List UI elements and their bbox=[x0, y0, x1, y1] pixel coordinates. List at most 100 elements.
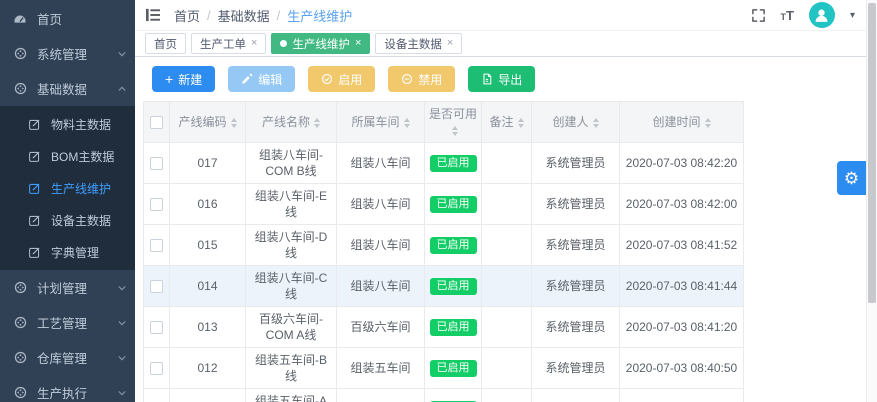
fullscreen-icon[interactable] bbox=[751, 8, 766, 23]
column-header[interactable]: 创建时间 bbox=[620, 102, 744, 143]
cell-line-code: 015 bbox=[170, 225, 246, 266]
table-row[interactable]: 016 组装八车间-E线 组装八车间 已启用 系统管理员 2020-07-03 … bbox=[144, 184, 744, 225]
caret-down-icon[interactable]: ▾ bbox=[850, 10, 855, 21]
cell-remark bbox=[482, 307, 532, 348]
breadcrumb: 首页 / 基础数据 / 生产线维护 bbox=[174, 6, 352, 25]
navbar-actions: TT ▾ bbox=[751, 2, 855, 28]
column-header[interactable]: 创建人 bbox=[532, 102, 620, 143]
sidebar-item-execution[interactable]: 生产执行 bbox=[0, 375, 135, 402]
main-area: 首页 / 基础数据 / 生产线维护 TT ▾ 首页 生产工单 × bbox=[135, 0, 877, 402]
close-icon[interactable]: × bbox=[355, 38, 361, 49]
table-row[interactable]: 014 组装八车间-C线 组装八车间 已启用 系统管理员 2020-07-03 … bbox=[144, 266, 744, 307]
close-icon[interactable]: × bbox=[251, 38, 257, 49]
column-header[interactable]: 产线名称 bbox=[246, 102, 337, 143]
sidebar-item-label: 仓库管理 bbox=[37, 348, 87, 367]
table-row[interactable]: 015 组装八车间-D线 组装八车间 已启用 系统管理员 2020-07-03 … bbox=[144, 225, 744, 266]
chevron-down-icon bbox=[117, 388, 127, 398]
row-checkbox[interactable] bbox=[150, 239, 163, 252]
table-row[interactable]: 012 组装五车间-B线 组装五车间 已启用 系统管理员 2020-07-03 … bbox=[144, 348, 744, 389]
breadcrumb-item-home[interactable]: 首页 bbox=[174, 6, 200, 25]
sidebar-item-warehouse[interactable]: 仓库管理 bbox=[0, 340, 135, 375]
row-checkbox[interactable] bbox=[150, 198, 163, 211]
sidebar-item-process[interactable]: 工艺管理 bbox=[0, 305, 135, 340]
tab-production-order[interactable]: 生产工单 × bbox=[191, 33, 266, 54]
sidebar-item-system[interactable]: 系统管理 bbox=[0, 36, 135, 71]
tab-label: 生产工单 bbox=[200, 36, 246, 52]
table-row[interactable]: 017 组装八车间-COM B线 组装八车间 已启用 系统管理员 2020-07… bbox=[144, 143, 744, 184]
cell-line-name: 组装五车间-B线 bbox=[246, 348, 337, 389]
disable-button[interactable]: 禁用 bbox=[388, 66, 455, 92]
sidebar-item-production-line[interactable]: 生产线维护 bbox=[0, 172, 135, 204]
sidebar-item-base-data[interactable]: 基础数据 bbox=[0, 71, 135, 106]
sort-icon bbox=[231, 118, 237, 128]
close-icon[interactable]: × bbox=[447, 38, 453, 49]
tab-production-line[interactable]: 生产线维护 × bbox=[271, 33, 370, 54]
edit-form-icon bbox=[27, 118, 41, 131]
avatar[interactable] bbox=[809, 2, 835, 28]
chevron-down-icon bbox=[117, 283, 127, 293]
breadcrumb-separator: / bbox=[277, 8, 281, 23]
cell-remark bbox=[482, 266, 532, 307]
edit-form-icon bbox=[27, 246, 41, 259]
status-badge: 已启用 bbox=[430, 155, 477, 172]
vertical-scrollbar[interactable] bbox=[866, 0, 877, 402]
cell-line-code: 011 bbox=[170, 389, 246, 402]
edit-button[interactable]: 编辑 bbox=[228, 66, 295, 92]
tab-label: 生产线维护 bbox=[292, 36, 350, 52]
tab-label: 首页 bbox=[154, 36, 177, 52]
sidebar-item-device[interactable]: 设备主数据 bbox=[0, 204, 135, 236]
settings-fab[interactable]: ⚙ bbox=[837, 161, 866, 195]
sidebar-item-material[interactable]: 物料主数据 bbox=[0, 108, 135, 140]
table-row[interactable]: 011 组装五车间-A线 组装五车间 已启用 系统管理员 2020-07-03 … bbox=[144, 389, 744, 402]
sidebar-toggle-icon[interactable] bbox=[145, 8, 161, 22]
column-header[interactable]: 产线编码 bbox=[170, 102, 246, 143]
sort-icon bbox=[452, 126, 458, 136]
column-header[interactable]: 是否可用 bbox=[425, 102, 482, 143]
cell-line-name: 组装八车间-C线 bbox=[246, 266, 337, 307]
sort-icon bbox=[518, 118, 524, 128]
cell-workshop: 组装八车间 bbox=[337, 143, 425, 184]
row-checkbox[interactable] bbox=[150, 321, 163, 334]
dashboard-icon bbox=[13, 12, 27, 26]
scrollbar-thumb[interactable] bbox=[868, 3, 876, 303]
cell-created-time: 2020-07-03 08:41:52 bbox=[620, 225, 744, 266]
sidebar-item-plan[interactable]: 计划管理 bbox=[0, 270, 135, 305]
plus-icon: + bbox=[165, 72, 173, 86]
sidebar-item-label: 首页 bbox=[37, 9, 62, 28]
sidebar-item-bom[interactable]: BOM主数据 bbox=[0, 140, 135, 172]
cell-workshop: 组装五车间 bbox=[337, 348, 425, 389]
cell-creator: 系统管理员 bbox=[532, 266, 620, 307]
table-row[interactable]: 013 百级六车间-COM A线 百级六车间 已启用 系统管理员 2020-07… bbox=[144, 307, 744, 348]
select-all-header[interactable] bbox=[144, 102, 170, 143]
sidebar-item-label: 设备主数据 bbox=[51, 212, 111, 229]
cell-remark bbox=[482, 389, 532, 402]
export-button[interactable]: 导出 bbox=[468, 66, 535, 92]
select-all-checkbox[interactable] bbox=[150, 116, 163, 129]
edit-form-icon bbox=[27, 182, 41, 195]
row-checkbox[interactable] bbox=[150, 157, 163, 170]
sidebar-item-dictionary[interactable]: 字典管理 bbox=[0, 236, 135, 268]
row-checkbox[interactable] bbox=[150, 362, 163, 375]
column-header[interactable]: 所属车间 bbox=[337, 102, 425, 143]
disable-button-label: 禁用 bbox=[418, 71, 442, 88]
edit-form-icon bbox=[27, 150, 41, 163]
cell-line-code: 013 bbox=[170, 307, 246, 348]
row-checkbox[interactable] bbox=[150, 280, 163, 293]
status-badge: 已启用 bbox=[430, 196, 477, 213]
sidebar-item-home[interactable]: 首页 bbox=[0, 1, 135, 36]
sidebar-item-label: 基础数据 bbox=[37, 79, 87, 98]
tab-home[interactable]: 首页 bbox=[145, 33, 186, 54]
circle-check-icon bbox=[321, 73, 333, 85]
active-dot bbox=[280, 40, 287, 47]
breadcrumb-item-base-data[interactable]: 基础数据 bbox=[218, 6, 270, 25]
enable-button[interactable]: 启用 bbox=[308, 66, 375, 92]
font-size-icon[interactable]: TT bbox=[781, 9, 794, 22]
component-icon bbox=[13, 316, 27, 329]
cell-created-time: 2020-07-03 08:41:20 bbox=[620, 307, 744, 348]
tab-device-master[interactable]: 设备主数据 × bbox=[375, 33, 462, 54]
cell-workshop: 组装五车间 bbox=[337, 389, 425, 402]
gear-icon: ⚙ bbox=[844, 170, 859, 187]
column-header[interactable]: 备注 bbox=[482, 102, 532, 143]
cell-creator: 系统管理员 bbox=[532, 348, 620, 389]
new-button[interactable]: + 新建 bbox=[152, 66, 215, 92]
